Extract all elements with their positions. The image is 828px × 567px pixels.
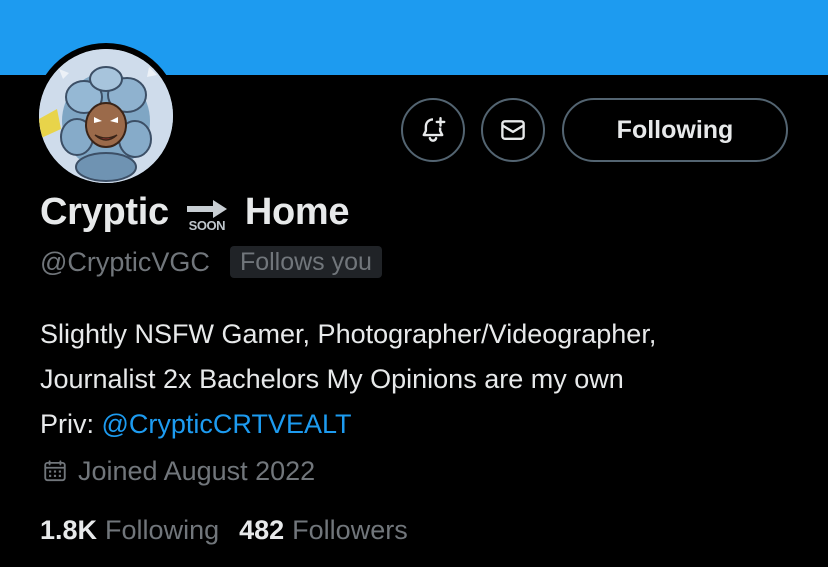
notify-button[interactable] (401, 98, 465, 162)
display-name: Cryptic SOON Home (40, 186, 350, 238)
avatar-artwork (39, 49, 173, 183)
username-handle: @CrypticVGC (40, 246, 210, 277)
followers-count: 482 (239, 514, 285, 545)
following-button[interactable]: Following (562, 98, 788, 162)
followers-label: Followers (292, 514, 408, 545)
follow-stats: 1.8K Following 482 Followers (40, 512, 408, 548)
follows-you-badge: Follows you (229, 246, 382, 278)
following-label: Following (105, 514, 220, 545)
message-button[interactable] (481, 98, 545, 162)
display-name-part1: Cryptic (40, 190, 169, 233)
calendar-icon (42, 458, 68, 484)
bio-line-3-prefix: Priv: (40, 409, 102, 439)
bell-plus-icon (422, 116, 446, 142)
avatar-image (39, 49, 173, 183)
bio-line-2: Journalist 2x Bachelors My Opinions are … (40, 364, 624, 394)
bio-line-1: Slightly NSFW Gamer, Photographer/Videog… (40, 319, 657, 349)
followers-stat-link[interactable]: 482 Followers (239, 515, 408, 546)
display-name-part2: Home (244, 190, 350, 233)
soon-label: SOON (188, 217, 226, 233)
following-count: 1.8K (40, 514, 98, 545)
soon-arrow-icon: SOON (183, 198, 231, 233)
joined-date: Joined August 2022 (42, 453, 315, 489)
mention-link[interactable]: @CrypticCRTVEALT (102, 409, 352, 439)
following-stat-link[interactable]: 1.8K Following (40, 515, 219, 546)
envelope-icon (501, 120, 525, 140)
handle-row: @CrypticVGC Follows you (40, 244, 382, 280)
joined-text: Joined August 2022 (78, 455, 316, 486)
profile-bio: Slightly NSFW Gamer, Photographer/Videog… (40, 312, 820, 447)
soon-arrow-glyph (186, 199, 227, 218)
avatar[interactable] (33, 43, 179, 189)
bio-line-3: Priv: @CrypticCRTVEALT (40, 402, 820, 447)
